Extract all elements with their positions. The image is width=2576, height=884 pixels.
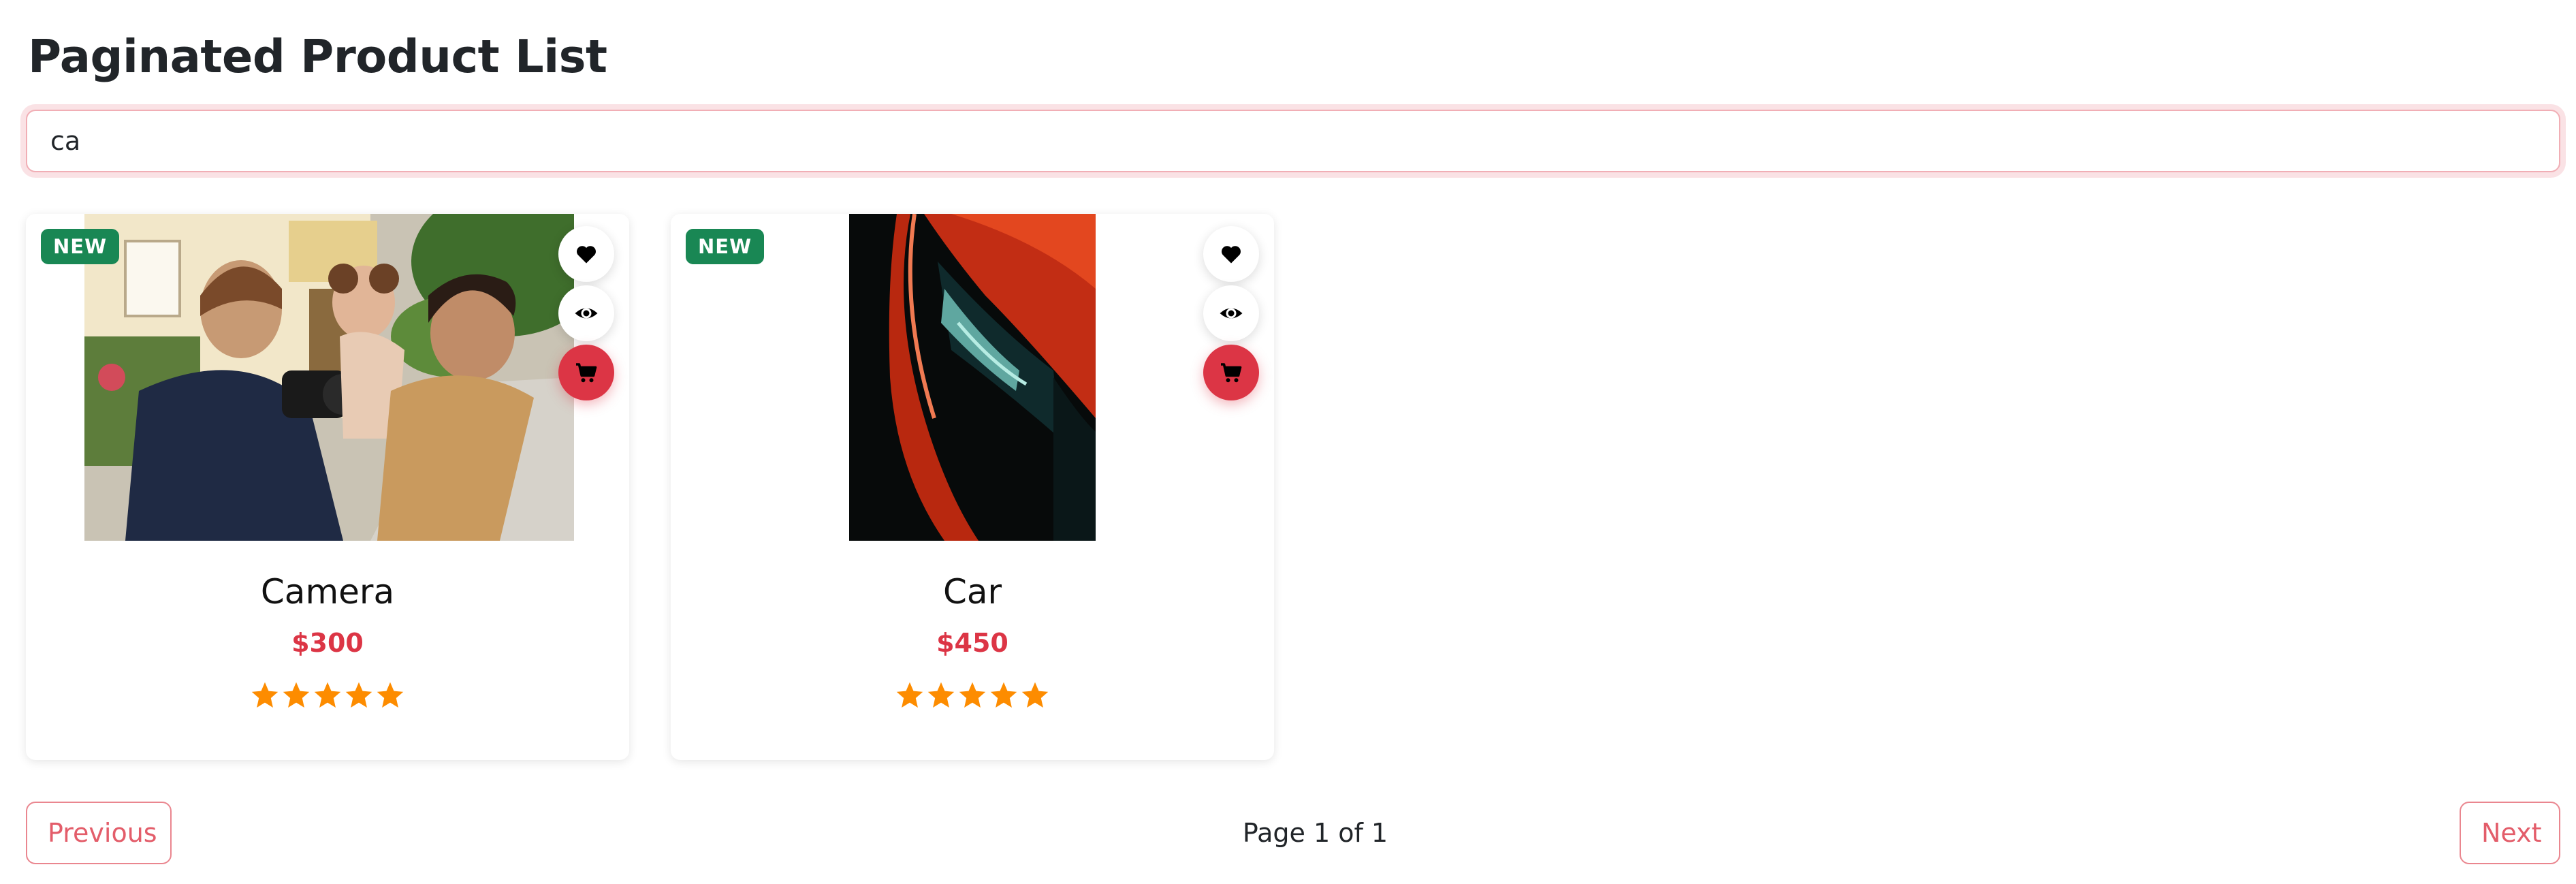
search-input[interactable] xyxy=(26,110,2560,172)
star-icon xyxy=(251,682,279,708)
camera-photo xyxy=(84,214,574,541)
next-button[interactable]: Next xyxy=(2460,802,2560,864)
rating-stars xyxy=(671,680,1274,714)
star-icon xyxy=(1021,682,1049,708)
heart-icon xyxy=(1222,246,1241,264)
wishlist-button[interactable] xyxy=(558,226,614,282)
cart-icon xyxy=(576,363,597,383)
star-icon xyxy=(896,682,923,708)
quick-view-button[interactable] xyxy=(558,285,614,341)
add-to-cart-button[interactable] xyxy=(558,345,614,400)
star-icon xyxy=(377,682,404,708)
page: Paginated Product List ca NEW Camera $30… xyxy=(0,0,2576,884)
product-image-car[interactable] xyxy=(849,214,1096,541)
product-name: Camera xyxy=(260,572,395,612)
product-image-camera[interactable] xyxy=(84,214,574,541)
quick-view-button[interactable] xyxy=(1203,285,1259,341)
rating-stars xyxy=(26,680,629,714)
page-indicator: Page 1 of 1 xyxy=(1242,818,1388,848)
star-icon xyxy=(990,682,1017,708)
wishlist-button[interactable] xyxy=(1203,226,1259,282)
product-name: Car xyxy=(942,572,1002,612)
new-badge: NEW xyxy=(686,229,765,264)
star-icon xyxy=(959,682,986,708)
heart-icon xyxy=(577,246,596,264)
cart-icon xyxy=(1221,363,1242,383)
new-badge: NEW xyxy=(41,229,120,264)
product-card-car[interactable]: NEW Car $450 xyxy=(671,214,1274,760)
add-to-cart-button[interactable] xyxy=(1203,345,1259,400)
eye-icon xyxy=(575,308,598,319)
page-title: Paginated Product List xyxy=(28,30,607,83)
star-icon xyxy=(927,682,955,708)
star-icon xyxy=(345,682,372,708)
star-icon xyxy=(314,682,341,708)
eye-icon xyxy=(1220,308,1243,319)
product-price: $450 xyxy=(936,628,1008,658)
product-card-camera[interactable]: NEW Camera $300 xyxy=(26,214,629,760)
product-price: $300 xyxy=(291,628,364,658)
star-icon xyxy=(283,682,310,708)
car-photo xyxy=(849,214,1096,541)
